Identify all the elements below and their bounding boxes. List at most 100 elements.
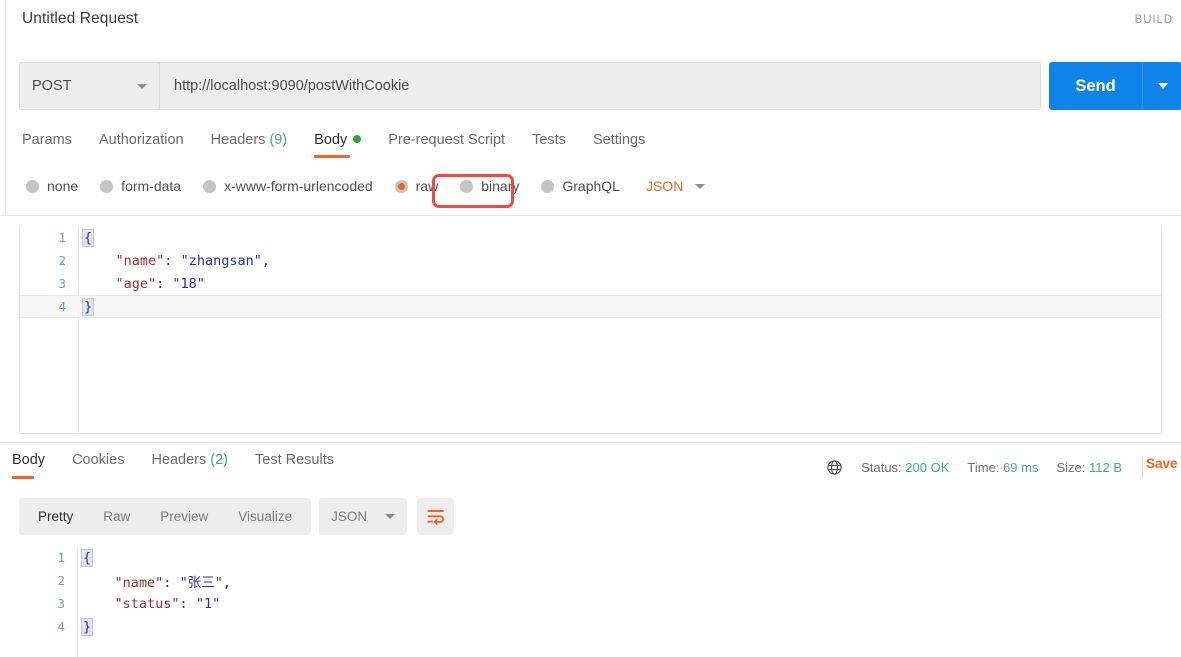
request-body-editor[interactable]: 1{2 "name": "zhangsan", 3 "age": "18" 4} xyxy=(19,226,1162,434)
line-number: 2 xyxy=(57,573,65,588)
response-format-select[interactable]: JSON xyxy=(319,498,408,535)
code-token: { xyxy=(81,228,95,247)
body-type-raw[interactable]: raw xyxy=(394,178,438,194)
radio-icon xyxy=(100,179,114,193)
radio-icon xyxy=(541,179,555,193)
code-line: 1{ xyxy=(19,546,1162,569)
globe-icon xyxy=(826,459,843,476)
body-type-none[interactable]: none xyxy=(26,178,78,194)
tab-label: Pre-request Script xyxy=(388,132,506,148)
send-button-group: Send xyxy=(1049,62,1181,110)
request-body-code[interactable]: 1{2 "name": "zhangsan", 3 "age": "18" 4} xyxy=(20,226,1161,318)
request-tab-tests[interactable]: Tests xyxy=(532,132,582,158)
code-line: 4} xyxy=(19,615,1162,638)
tab-label: Tests xyxy=(532,132,566,148)
http-method-select[interactable]: POST xyxy=(19,62,159,110)
request-tab-body[interactable]: Body xyxy=(314,132,377,158)
chevron-down-icon xyxy=(1157,83,1168,89)
request-tab-params[interactable]: Params xyxy=(22,132,88,158)
code-line: 2 "name": "zhangsan", xyxy=(20,249,1161,272)
body-format-value: JSON xyxy=(645,178,684,194)
body-type-label: binary xyxy=(481,178,520,194)
code-token: } xyxy=(81,297,95,316)
radio-icon xyxy=(394,179,408,193)
active-tab-underline xyxy=(314,155,351,158)
response-format-value: JSON xyxy=(331,509,368,524)
body-type-binary[interactable]: binary xyxy=(460,178,519,194)
status-label-text: Status: xyxy=(861,459,902,475)
code-token: "name" xyxy=(114,574,164,591)
response-tab-list: Body Cookies Headers (2) Test Results xyxy=(12,452,361,479)
tab-count-badge: (9) xyxy=(265,132,288,148)
body-type-radio-group: none form-data x-www-form-urlencoded raw bin… xyxy=(26,178,706,194)
radio-icon xyxy=(460,179,474,193)
code-token: : xyxy=(163,574,180,591)
time-label: Time: 69 ms xyxy=(967,460,1038,475)
code-token: , xyxy=(222,574,231,591)
save-response-link[interactable]: Save xyxy=(1146,456,1178,471)
response-tab-test-results[interactable]: Test Results xyxy=(255,452,350,479)
send-button[interactable]: Send xyxy=(1049,62,1142,110)
meta-divider xyxy=(1142,456,1143,478)
body-type-form-data[interactable]: form-data xyxy=(100,178,181,194)
body-type-x-www-form-urlencoded[interactable]: x-www-form-urlencoded xyxy=(203,178,373,194)
code-text: "name": "zhangsan", xyxy=(72,253,270,269)
body-type-label: none xyxy=(47,178,79,194)
url-input[interactable]: http://localhost:9090/postWithCookie xyxy=(159,62,1041,110)
response-view-visualize[interactable]: Visualize xyxy=(223,498,307,535)
request-tab-headers[interactable]: Headers (9) xyxy=(211,132,304,158)
page-title: Untitled Request xyxy=(22,10,139,27)
request-tab-authorization[interactable]: Authorization xyxy=(99,132,200,158)
code-token: "zhangsan" xyxy=(180,252,262,269)
code-token: , xyxy=(261,252,270,269)
radio-icon xyxy=(26,179,39,193)
chevron-down-icon xyxy=(137,83,147,89)
sidebar-edge xyxy=(5,0,6,215)
code-token: "status" xyxy=(114,595,180,612)
code-token: "name" xyxy=(115,252,165,269)
request-tab-pre-request-script[interactable]: Pre-request Script xyxy=(388,132,521,158)
status-label: Status: 200 OK xyxy=(861,460,949,475)
body-format-select[interactable]: JSON xyxy=(645,178,706,194)
code-token: : xyxy=(164,252,181,269)
code-text: { xyxy=(72,228,95,247)
tab-label: Cookies xyxy=(72,452,125,468)
tab-label: Headers xyxy=(151,452,207,468)
response-body-code[interactable]: 1{2 "name": "张三", 3 "status": "1" 4} xyxy=(19,546,1162,638)
size-label: Size: 112 B xyxy=(1056,460,1122,475)
code-text: } xyxy=(71,617,94,636)
request-tab-settings[interactable]: Settings xyxy=(593,132,661,158)
tab-label: Authorization xyxy=(98,132,184,148)
code-text: "status": "1" xyxy=(71,595,221,612)
code-line: 4} xyxy=(20,295,1161,318)
code-line: 1{ xyxy=(20,226,1161,249)
response-meta: Status: 200 OK Time: 69 ms Size: 112 B xyxy=(826,456,1143,478)
size-value: 112 B xyxy=(1088,459,1122,475)
response-view-raw[interactable]: Raw xyxy=(88,498,145,535)
tab-label: Test Results xyxy=(255,452,334,468)
time-value: 69 ms xyxy=(1003,459,1039,475)
response-view-pretty[interactable]: Pretty xyxy=(23,498,88,535)
body-type-graphql[interactable]: GraphQL xyxy=(541,178,620,194)
body-type-label: GraphQL xyxy=(562,178,620,194)
send-options-button[interactable] xyxy=(1142,62,1181,110)
tab-label: Body xyxy=(12,452,46,468)
response-view-preview[interactable]: Preview xyxy=(145,498,223,535)
word-wrap-button[interactable] xyxy=(417,498,455,535)
http-method-value: POST xyxy=(32,78,72,94)
chevron-down-icon xyxy=(695,183,706,189)
tab-count-badge: (2) xyxy=(206,452,229,468)
response-tab-headers[interactable]: Headers (2) xyxy=(151,452,244,479)
response-tab-cookies[interactable]: Cookies xyxy=(72,452,140,479)
chevron-down-icon xyxy=(385,514,396,519)
tab-label: Body xyxy=(314,132,348,148)
response-body-viewer[interactable]: 1{2 "name": "张三", 3 "status": "1" 4} xyxy=(19,546,1162,657)
response-tab-body[interactable]: Body xyxy=(12,452,61,479)
code-line: 2 "name": "张三", xyxy=(19,569,1162,592)
body-present-dot xyxy=(353,135,362,143)
radio-icon xyxy=(203,179,217,193)
